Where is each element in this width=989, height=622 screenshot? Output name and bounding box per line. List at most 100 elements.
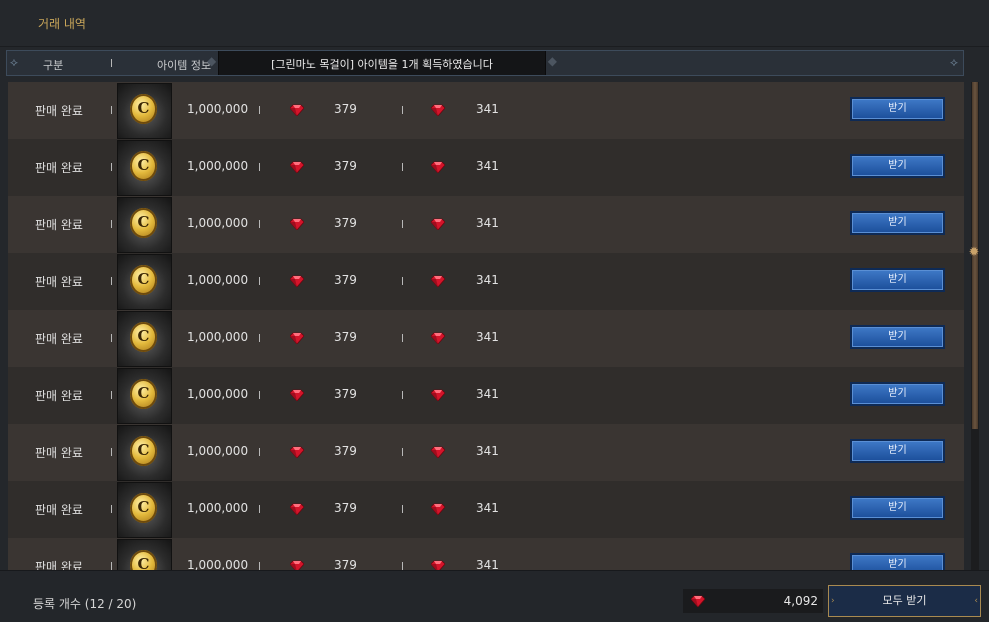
red-gem-icon — [431, 389, 445, 401]
scroll-handle-ornament-icon[interactable]: ✹ — [967, 246, 981, 260]
row-divider — [111, 106, 112, 114]
red-gem-icon — [290, 218, 304, 230]
red-gem-icon — [431, 104, 445, 116]
toast-right-cap-icon: ◆ — [547, 54, 557, 68]
receive-button[interactable]: 받기 — [850, 211, 945, 235]
gold-coin-icon: C — [130, 379, 157, 409]
row-status: 판매 완료 — [35, 560, 83, 570]
receive-button[interactable]: 받기 — [850, 268, 945, 292]
transaction-row: 판매 완료 C 1,000,000 379 341 받기 — [8, 424, 964, 481]
row-status: 판매 완료 — [35, 446, 83, 460]
red-gem-icon — [290, 446, 304, 458]
item-thumbnail[interactable]: C — [117, 254, 172, 310]
row-divider — [402, 505, 403, 513]
total-currency-value: 4,092 — [783, 594, 818, 608]
transaction-row: 판매 완료 C 1,000,000 379 341 받기 — [8, 82, 964, 139]
row-value-2: 341 — [476, 330, 499, 344]
row-value-2: 341 — [476, 501, 499, 515]
row-divider — [259, 505, 260, 513]
coin-letter: C — [137, 498, 150, 516]
row-divider — [111, 562, 112, 570]
row-divider — [259, 562, 260, 570]
red-gem-icon — [431, 218, 445, 230]
item-thumbnail[interactable]: C — [117, 197, 172, 253]
row-status: 판매 완료 — [35, 104, 83, 118]
red-gem-icon — [431, 446, 445, 458]
transaction-row: 판매 완료 C 1,000,000 379 341 받기 — [8, 310, 964, 367]
row-status: 판매 완료 — [35, 161, 83, 175]
row-divider — [259, 277, 260, 285]
toast-message: [그린마노 목걸이] 아이템을 1개 획득하였습니다 — [271, 58, 493, 71]
item-thumbnail[interactable]: C — [117, 368, 172, 424]
coin-letter: C — [137, 156, 150, 174]
item-thumbnail[interactable]: C — [117, 311, 172, 367]
row-value-1: 379 — [334, 273, 357, 287]
row-divider — [259, 106, 260, 114]
total-currency-box: 4,092 — [683, 589, 823, 613]
toast-left-cap-icon: ◆ — [207, 54, 217, 68]
receive-button[interactable]: 받기 — [850, 154, 945, 178]
row-divider — [111, 277, 112, 285]
red-gem-icon — [431, 503, 445, 515]
row-value-2: 341 — [476, 159, 499, 173]
row-value-2: 341 — [476, 102, 499, 116]
item-thumbnail[interactable]: C — [117, 83, 172, 139]
receive-button[interactable]: 받기 — [850, 97, 945, 121]
row-value-2: 341 — [476, 558, 499, 570]
item-thumbnail[interactable]: C — [117, 425, 172, 481]
receive-button[interactable]: 받기 — [850, 439, 945, 463]
row-divider — [402, 106, 403, 114]
row-divider — [259, 220, 260, 228]
row-divider — [259, 391, 260, 399]
gold-coin-icon: C — [130, 265, 157, 295]
red-gem-icon — [691, 595, 705, 607]
coin-letter: C — [137, 384, 150, 402]
item-thumbnail[interactable]: C — [117, 539, 172, 570]
red-gem-icon — [431, 161, 445, 173]
red-gem-icon — [290, 275, 304, 287]
row-value-2: 341 — [476, 444, 499, 458]
header-divider — [111, 59, 112, 67]
red-gem-icon — [431, 332, 445, 344]
row-price: 1,000,000 — [187, 387, 249, 401]
row-divider — [402, 163, 403, 171]
red-gem-icon — [290, 389, 304, 401]
row-divider — [111, 163, 112, 171]
header-left-ornament-icon: ⟡ — [10, 55, 18, 69]
header-category: 구분 — [43, 59, 64, 72]
red-gem-icon — [290, 560, 304, 570]
registered-count: 등록 개수 (12 / 20) — [33, 597, 137, 611]
transaction-row: 판매 완료 C 1,000,000 379 341 받기 — [8, 481, 964, 538]
gold-coin-icon: C — [130, 436, 157, 466]
item-thumbnail[interactable]: C — [117, 140, 172, 196]
gold-coin-icon: C — [130, 208, 157, 238]
gold-coin-icon: C — [130, 550, 157, 570]
row-value-1: 379 — [334, 558, 357, 570]
red-gem-icon — [290, 104, 304, 116]
receive-button[interactable]: 받기 — [850, 553, 945, 570]
gold-coin-icon: C — [130, 493, 157, 523]
scrollbar[interactable] — [971, 82, 979, 570]
transaction-list[interactable]: 판매 완료 C 1,000,000 379 341 받기 판매 완료 C 1,0… — [8, 82, 964, 570]
item-thumbnail[interactable]: C — [117, 482, 172, 538]
row-price: 1,000,000 — [187, 558, 249, 570]
item-acquired-toast: ◆ [그린마노 목걸이] 아이템을 1개 획득하였습니다 ◆ — [207, 51, 557, 75]
receive-button[interactable]: 받기 — [850, 496, 945, 520]
button-left-tick-icon: › — [831, 596, 835, 606]
transaction-row: 판매 완료 C 1,000,000 379 341 받기 — [8, 253, 964, 310]
row-divider — [259, 163, 260, 171]
receive-button[interactable]: 받기 — [850, 325, 945, 349]
gold-coin-icon: C — [130, 322, 157, 352]
coin-letter: C — [137, 270, 150, 288]
gold-coin-icon: C — [130, 151, 157, 181]
row-price: 1,000,000 — [187, 102, 249, 116]
header-item-info: 아이템 정보 — [157, 59, 212, 72]
row-value-1: 379 — [334, 444, 357, 458]
row-divider — [402, 448, 403, 456]
window-titlebar: 거래 내역 — [0, 0, 989, 47]
row-divider — [259, 448, 260, 456]
receive-button[interactable]: 받기 — [850, 382, 945, 406]
receive-all-button[interactable]: › 모두 받기 ‹ — [828, 585, 981, 617]
row-value-2: 341 — [476, 216, 499, 230]
row-value-1: 379 — [334, 330, 357, 344]
